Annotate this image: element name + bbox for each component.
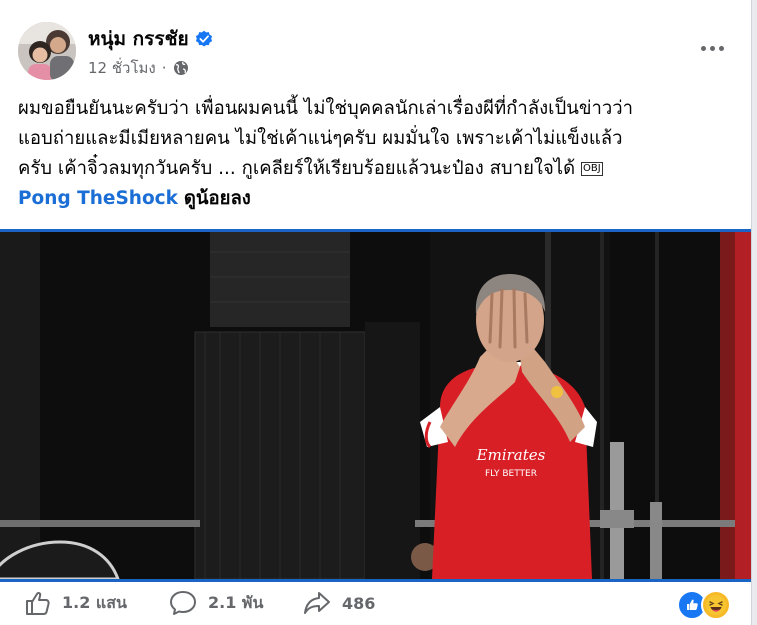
post-meta: 12 ชั่วโมง ·	[88, 56, 189, 80]
share-icon	[304, 592, 330, 614]
see-less-button[interactable]: ดูน้อยลง	[184, 188, 251, 209]
avatar-photo	[18, 22, 76, 80]
reaction-icons[interactable]	[677, 590, 731, 620]
likes-count: 1.2 แสน	[62, 592, 127, 612]
comment-icon	[170, 591, 196, 615]
more-options-icon[interactable]	[697, 38, 727, 58]
like-button[interactable]: 1.2 แสน	[22, 588, 127, 618]
post-card: หนุ่ม กรรชัย 12 ชั่วโมง · ผมขอยืนยันนะคร…	[0, 0, 752, 625]
author-avatar[interactable]	[18, 22, 76, 80]
share-button[interactable]: 486	[302, 588, 375, 618]
like-icon	[26, 591, 50, 615]
meta-separator: ·	[161, 59, 167, 77]
author-name[interactable]: หนุ่ม กรรชัย	[88, 24, 189, 54]
obj-glyph: OBJ	[580, 162, 603, 176]
comments-count: 2.1 พัน	[208, 592, 264, 612]
photo-scene: Emirates FLY BETTER	[0, 232, 751, 579]
verified-badge-icon	[195, 30, 212, 47]
globe-icon	[173, 61, 188, 75]
post-line-3-text: ครับ เค้าจิ๋วลมทุกวันครับ ... กูเคลียร์ใ…	[18, 158, 581, 179]
post-timestamp[interactable]: 12 ชั่วโมง	[88, 56, 156, 80]
shirt-sponsor-subtext: FLY BETTER	[485, 469, 537, 479]
post-line-4: Pong TheShock ดูน้อยลง	[18, 184, 733, 214]
post-header: หนุ่ม กรรชัย 12 ชั่วโมง ·	[18, 20, 733, 82]
mention-link[interactable]: Pong TheShock	[18, 188, 178, 209]
post-line-3: ครับ เค้าจิ๋วลมทุกวันครับ ... กูเคลียร์ใ…	[18, 154, 733, 184]
post-text: ผมขอยืนยันนะครับว่า เพื่อนผมคนนี้ ไม่ใช่…	[18, 94, 733, 214]
haha-reaction-icon	[701, 590, 731, 620]
author-row: หนุ่ม กรรชัย	[88, 24, 213, 54]
post-photo[interactable]: Emirates FLY BETTER	[0, 229, 751, 582]
post-line-2: แอบถ่ายและมีเมียหลายคน ไม่ใช่เค้าแน่ๆครั…	[18, 128, 623, 149]
comment-button[interactable]: 2.1 พัน	[168, 588, 263, 618]
post-line-1: ผมขอยืนยันนะครับว่า เพื่อนผมคนนี้ ไม่ใช่…	[18, 98, 634, 119]
shirt-sponsor-text: Emirates	[476, 446, 546, 464]
shares-count: 486	[342, 593, 376, 613]
post-actions: 1.2 แสน 2.1 พัน 486	[0, 582, 751, 625]
